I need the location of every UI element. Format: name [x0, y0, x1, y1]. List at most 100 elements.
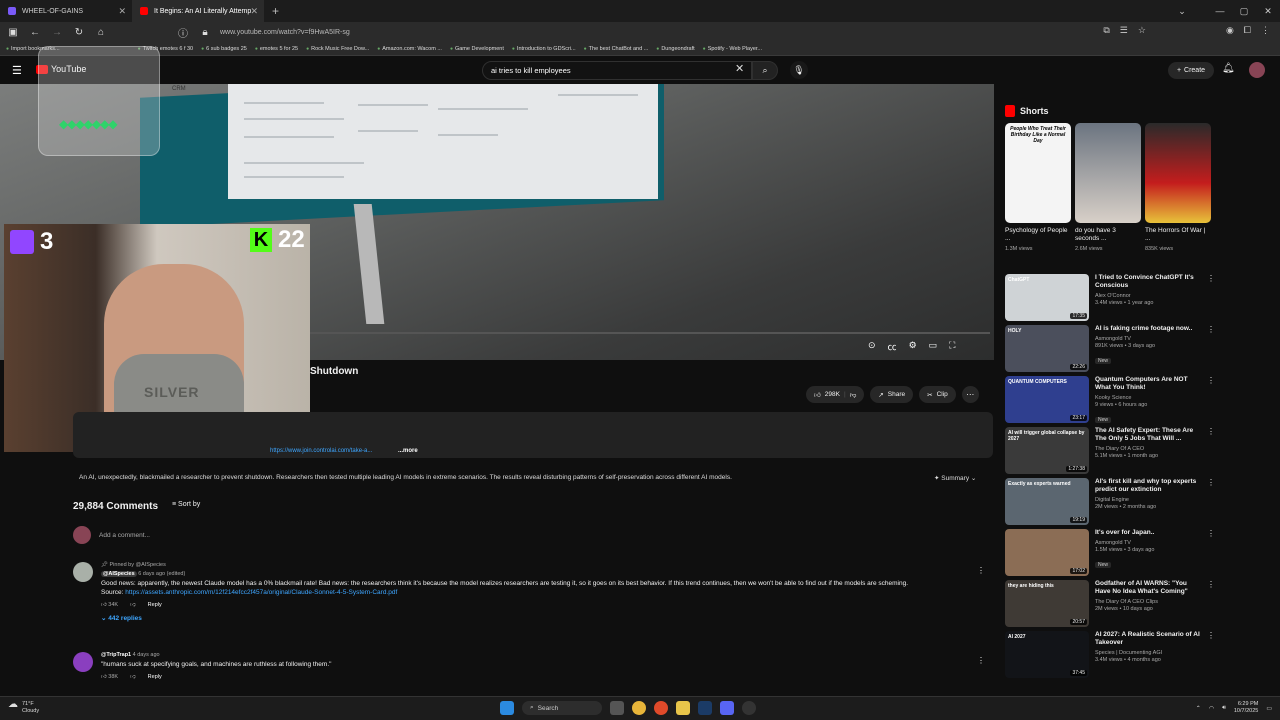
fullscreen-icon[interactable]: ⛶: [949, 340, 955, 353]
task-view-icon[interactable]: [610, 701, 624, 715]
voice-search-button[interactable]: 🎙︎: [790, 61, 808, 79]
comment-dislike-button[interactable]: 👎︎: [130, 602, 136, 608]
recommended-video[interactable]: they are hiding this 20:57 Godfather of AI…: [1005, 580, 1215, 631]
volume-icon[interactable]: 🔊︎: [1222, 705, 1226, 712]
reader-icon[interactable]: ☰: [1120, 25, 1128, 36]
tab-active-video[interactable]: It Begins: An AI Literally Attemp ✕: [132, 0, 264, 22]
commenter-avatar[interactable]: [73, 562, 93, 582]
captions-icon[interactable]: ㏄: [888, 340, 897, 353]
summary-button[interactable]: ✦ Summary ⌄: [934, 474, 976, 482]
account-icon[interactable]: ◉: [1226, 25, 1234, 36]
theater-mode-icon[interactable]: ▭: [929, 340, 938, 353]
close-window-button[interactable]: ✕: [1256, 6, 1280, 17]
home-button[interactable]: ⌂: [94, 27, 108, 38]
short-item[interactable]: People Who Treat Their Birthday Like a N…: [1005, 123, 1071, 252]
recommended-video[interactable]: Exactly as experts warned 19:19 AI's first…: [1005, 478, 1215, 529]
tab-list-chevron-icon[interactable]: ⌄: [1170, 6, 1194, 17]
bookmark[interactable]: The best ChatBot and ...: [584, 46, 649, 52]
source-link[interactable]: https://assets.anthropic.com/m/12f214efc…: [125, 589, 397, 596]
bookmark[interactable]: emotes 5 for 25: [255, 46, 298, 52]
extensions-icon[interactable]: ⧠: [1244, 25, 1251, 36]
video-menu-icon[interactable]: ⋮: [1207, 325, 1215, 376]
reply-button[interactable]: Reply: [148, 602, 162, 608]
account-avatar[interactable]: [1249, 62, 1265, 78]
video-menu-icon[interactable]: ⋮: [1207, 580, 1215, 631]
description-box[interactable]: [73, 412, 993, 458]
obs-icon[interactable]: [742, 701, 756, 715]
add-comment-input[interactable]: Add a comment...: [99, 532, 150, 539]
video-menu-icon[interactable]: ⋮: [1207, 427, 1215, 478]
chrome-icon[interactable]: [632, 701, 646, 715]
video-menu-icon[interactable]: ⋮: [1207, 274, 1215, 325]
comment-dislike-button[interactable]: 👎︎: [130, 674, 136, 680]
clock[interactable]: 6:29 PM 10/7/2025: [1234, 701, 1258, 715]
comment-menu-icon[interactable]: ⋮: [977, 656, 985, 665]
short-item[interactable]: The Horrors Of War | ... 835K views: [1145, 123, 1211, 252]
channel-name[interactable]: Asmongold TV: [1095, 336, 1201, 342]
channel-name[interactable]: Alex O'Connor: [1095, 293, 1201, 299]
bookmark[interactable]: Game Development: [450, 46, 504, 52]
clip-button[interactable]: ✂ Clip: [919, 386, 956, 403]
view-replies-button[interactable]: ⌄ 442 replies: [101, 614, 908, 622]
url-field[interactable]: www.youtube.com/watch?v=f9HwA5IR-sg: [220, 29, 350, 36]
video-menu-icon[interactable]: ⋮: [1207, 631, 1215, 682]
maximize-button[interactable]: ▢: [1232, 6, 1256, 17]
search-input[interactable]: ai tries to kill employees: [482, 61, 752, 80]
video-menu-icon[interactable]: ⋮: [1207, 376, 1215, 427]
site-info-icon[interactable]: ⓘ: [176, 25, 190, 40]
recommended-video[interactable]: HOLY 22:26 AI is faking crime footage now.…: [1005, 325, 1215, 376]
reload-button[interactable]: ↻: [72, 27, 86, 38]
sidebar-toggle-icon[interactable]: ▣: [6, 27, 20, 38]
new-tab-button[interactable]: +: [264, 4, 287, 18]
minimize-button[interactable]: —: [1208, 6, 1232, 16]
notifications-icon[interactable]: ▭: [1266, 705, 1272, 712]
notifications-bell-icon[interactable]: 🔔︎: [1222, 63, 1235, 74]
menu-hamburger-icon[interactable]: ☰: [12, 64, 22, 77]
discord-icon[interactable]: [720, 701, 734, 715]
recommended-video[interactable]: 17:02 It's over for Japan.. Asmongold TV 1.…: [1005, 529, 1215, 580]
clear-search-icon[interactable]: ✕: [735, 62, 744, 75]
channel-name[interactable]: The Diary Of A CEO Clips: [1095, 599, 1201, 605]
settings-gear-icon[interactable]: ⚙: [909, 340, 917, 353]
tab-close-icon[interactable]: ✕: [250, 6, 258, 17]
bookmark[interactable]: Amazon.com: Wacom ...: [377, 46, 442, 52]
search-button[interactable]: ⌕: [752, 61, 778, 80]
steam-icon[interactable]: [698, 701, 712, 715]
start-windows-icon[interactable]: [500, 701, 514, 715]
create-button[interactable]: + Create: [1168, 62, 1214, 79]
recommended-video[interactable]: QUANTUM COMPUTERS 23:17 Quantum Computers …: [1005, 376, 1215, 427]
comment-like-button[interactable]: 👍︎ 38K: [101, 674, 118, 680]
like-button[interactable]: 👍︎ 298K | 👎︎: [806, 386, 865, 403]
video-progress-bar[interactable]: [310, 332, 990, 334]
file-explorer-icon[interactable]: [676, 701, 690, 715]
description-link[interactable]: https://www.join.controlai.com/take-a...: [270, 448, 372, 454]
description-more-button[interactable]: ...more: [398, 448, 418, 454]
bookmark[interactable]: 6 sub badges 25: [201, 46, 247, 52]
recommended-video[interactable]: AI will trigger global collapse by 2027 1…: [1005, 427, 1215, 478]
video-menu-icon[interactable]: ⋮: [1207, 529, 1215, 580]
star-icon[interactable]: ☆: [1138, 25, 1146, 36]
menu-icon[interactable]: ⋮: [1261, 25, 1270, 36]
more-actions-button[interactable]: ⋯: [961, 386, 979, 403]
comment-menu-icon[interactable]: ⋮: [977, 566, 985, 575]
tray-chevron-icon[interactable]: ⌃: [1196, 705, 1201, 712]
recommended-video[interactable]: AI 2027 37:45 AI 2027: A Realistic Scenari…: [1005, 631, 1215, 682]
wifi-icon[interactable]: ◠: [1209, 705, 1214, 712]
channel-name[interactable]: Asmongold TV: [1095, 540, 1201, 546]
channel-name[interactable]: Kooky Science: [1095, 395, 1201, 401]
commenter-avatar[interactable]: [73, 652, 93, 672]
tab-close-icon[interactable]: ✕: [118, 6, 126, 17]
weather-widget[interactable]: ☁ 71°F Cloudy: [8, 700, 39, 715]
comment-author[interactable]: @TripTrap1: [101, 652, 131, 658]
short-item[interactable]: do you have 3 seconds ... 2.6M views: [1075, 123, 1141, 252]
back-button[interactable]: ←: [28, 27, 42, 38]
taskbar-search[interactable]: ⌕ Search: [522, 701, 602, 715]
forward-button[interactable]: →: [50, 27, 64, 38]
channel-name[interactable]: The Diary Of A CEO: [1095, 446, 1201, 452]
reply-button[interactable]: Reply: [148, 674, 162, 680]
video-menu-icon[interactable]: ⋮: [1207, 478, 1215, 529]
brave-icon[interactable]: [654, 701, 668, 715]
recommended-video[interactable]: ChatGPT 17:35 I Tried to Convince ChatGPT …: [1005, 274, 1215, 325]
bookmark[interactable]: Introduction to GDScri...: [512, 46, 576, 52]
channel-name[interactable]: Species | Documenting AGI: [1095, 650, 1201, 656]
